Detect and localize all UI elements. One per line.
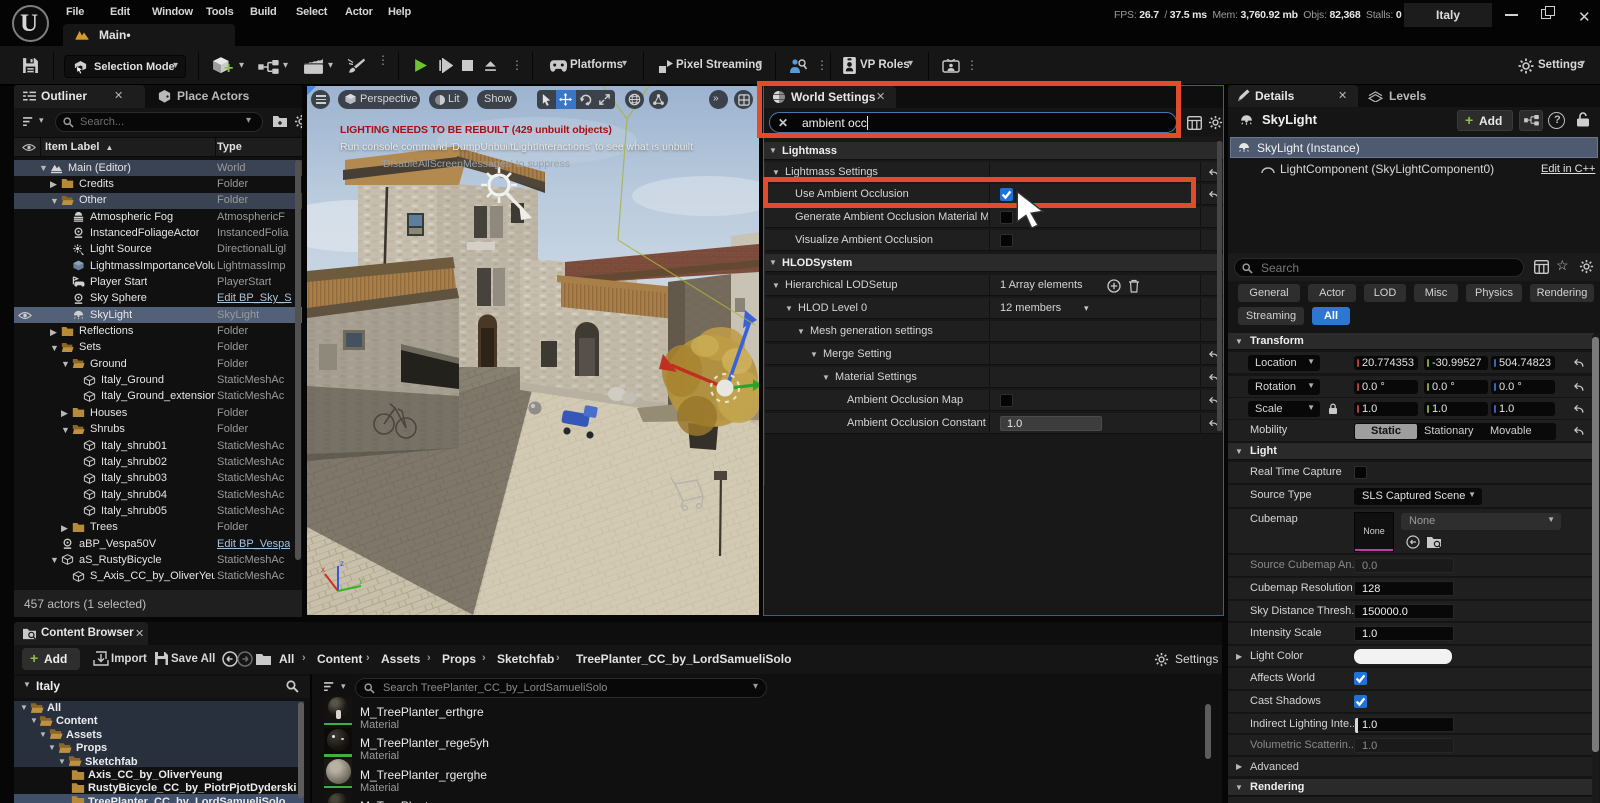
svg-text:z: z: [340, 559, 344, 568]
svg-text:x: x: [321, 565, 325, 574]
svg-text:y: y: [359, 576, 363, 585]
